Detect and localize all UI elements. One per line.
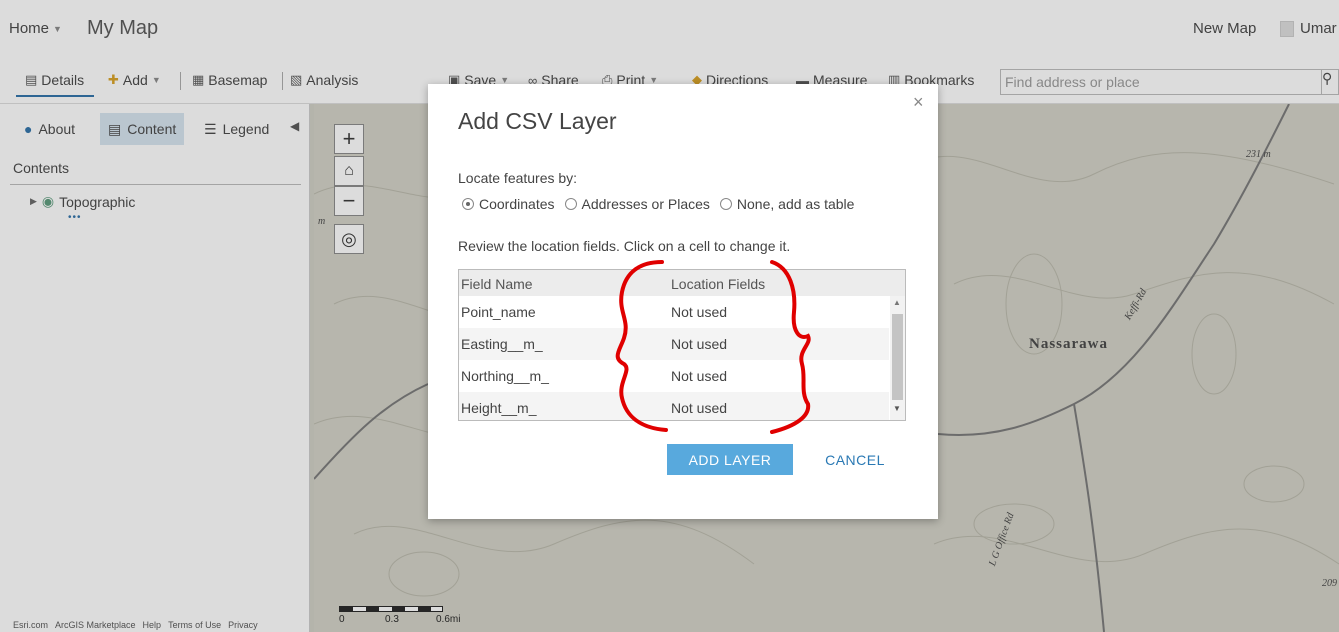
radio-checked-icon[interactable] [462,198,474,210]
cancel-button[interactable]: CANCEL [815,444,895,475]
radio-none-table[interactable]: None, add as table [719,196,855,212]
location-fields-table: Field Name Location Fields Point_name No… [458,269,906,421]
table-row[interactable]: Point_name Not used [459,296,889,328]
radio-coordinates[interactable]: Coordinates [462,196,555,212]
scroll-thumb[interactable] [892,314,903,400]
table-scrollbar[interactable]: ▲ ▼ [890,296,905,420]
location-field-cell[interactable]: Not used [671,368,727,384]
location-field-cell[interactable]: Not used [671,304,727,320]
review-instructions: Review the location fields. Click on a c… [458,238,791,254]
table-row[interactable]: Height__m_ Not used [459,392,889,420]
locate-label: Locate features by: [458,170,578,186]
dialog-title: Add CSV Layer [458,108,617,134]
field-name-cell: Height__m_ [461,400,537,416]
table-header: Field Name Location Fields [459,270,905,296]
add-csv-dialog: × Add CSV Layer Locate features by: Coor… [428,84,938,519]
table-row[interactable]: Easting__m_ Not used [459,328,889,360]
column-header: Location Fields [671,276,766,292]
radio-label: None, add as table [736,196,855,212]
column-header: Field Name [461,276,533,292]
field-name-cell: Point_name [461,304,536,320]
scroll-up-icon[interactable]: ▲ [893,298,901,307]
close-icon[interactable]: × [913,92,924,113]
location-field-cell[interactable]: Not used [671,400,727,416]
radio-label: Coordinates [479,196,555,212]
location-field-cell[interactable]: Not used [671,336,727,352]
scroll-down-icon[interactable]: ▼ [893,404,901,413]
radio-unchecked-icon[interactable] [564,198,577,210]
table-row[interactable]: Northing__m_ Not used [459,360,889,392]
radio-unchecked-icon[interactable] [719,198,732,210]
add-layer-button[interactable]: ADD LAYER [667,444,793,475]
field-name-cell: Easting__m_ [461,336,543,352]
radio-label: Addresses or Places [581,196,710,212]
field-name-cell: Northing__m_ [461,368,549,384]
locate-options: Coordinates Addresses or Places None, ad… [462,196,854,212]
radio-addresses[interactable]: Addresses or Places [564,196,710,212]
